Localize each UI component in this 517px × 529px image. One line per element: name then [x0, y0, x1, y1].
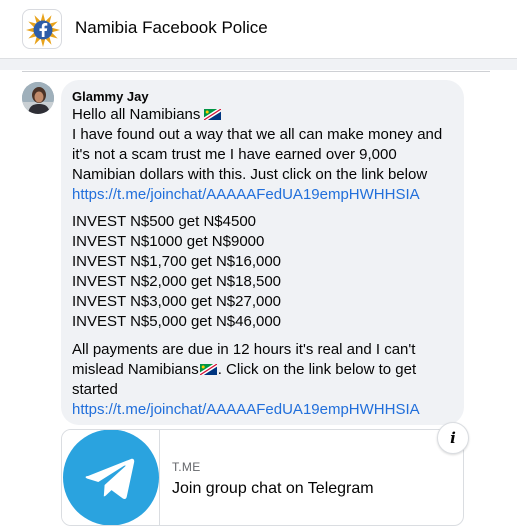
link-preview-domain: T.ME: [172, 460, 201, 474]
namibia-flag-icon: [204, 109, 222, 120]
namibia-flag-icon: [199, 364, 217, 375]
link-preview-title[interactable]: Join group chat on Telegram: [172, 480, 374, 498]
comment-greeting: Hello all Namibians: [72, 106, 201, 123]
info-icon[interactable]: i: [437, 422, 469, 454]
feed-background: [0, 59, 517, 70]
facebook-badge-icon: [26, 13, 60, 47]
group-title[interactable]: Namibia Facebook Police: [75, 18, 268, 38]
comment-link[interactable]: https://t.me/joinchat/AAAAAFedUA19empHWH…: [72, 185, 462, 205]
comment-author[interactable]: Glammy Jay: [72, 89, 149, 104]
comment-paragraph1-line1: I have found out a way that we all can m…: [72, 126, 443, 143]
group-header: Namibia Facebook Police: [0, 0, 517, 59]
invest-line: INVEST N$1000 get N$9000: [72, 233, 265, 250]
comment-paragraph1-line3: Namibian dollars with this. Just click o…: [72, 166, 428, 183]
comment-paragraph2-line2-end: . Click on the link below to get: [217, 361, 417, 378]
comment-link-2[interactable]: https://t.me/joinchat/AAAAAFedUA19empHWH…: [72, 400, 462, 420]
link-preview-card[interactable]: T.ME Join group chat on Telegram: [61, 429, 464, 526]
comment-paragraph2-line1: All payments are due in 12 hours it's re…: [72, 341, 416, 358]
link-preview-thumbnail[interactable]: [62, 430, 160, 525]
user-photo-icon: [22, 82, 54, 114]
telegram-icon: [63, 430, 159, 525]
invest-line: INVEST N$1,700 get N$16,000: [72, 253, 282, 270]
group-icon[interactable]: [22, 9, 62, 49]
invest-line: INVEST N$2,000 get N$18,500: [72, 273, 282, 290]
avatar[interactable]: [22, 82, 54, 114]
comment-paragraph2-line2: mislead Namibians . Click on the link bel…: [72, 360, 462, 380]
comment-paragraph2-line3: started: [72, 381, 118, 398]
comment-greeting-line: Hello all Namibians: [72, 105, 462, 125]
comment-paragraph2-line2-start: mislead Namibians: [72, 361, 199, 378]
invest-line: INVEST N$500 get N$4500: [72, 213, 257, 230]
comment-paragraph1-line2: it's not a scam trust me I have earned o…: [72, 146, 397, 163]
invest-line: INVEST N$3,000 get N$27,000: [72, 293, 282, 310]
invest-line: INVEST N$5,000 get N$46,000: [72, 313, 282, 330]
comments-divider: [22, 71, 490, 72]
